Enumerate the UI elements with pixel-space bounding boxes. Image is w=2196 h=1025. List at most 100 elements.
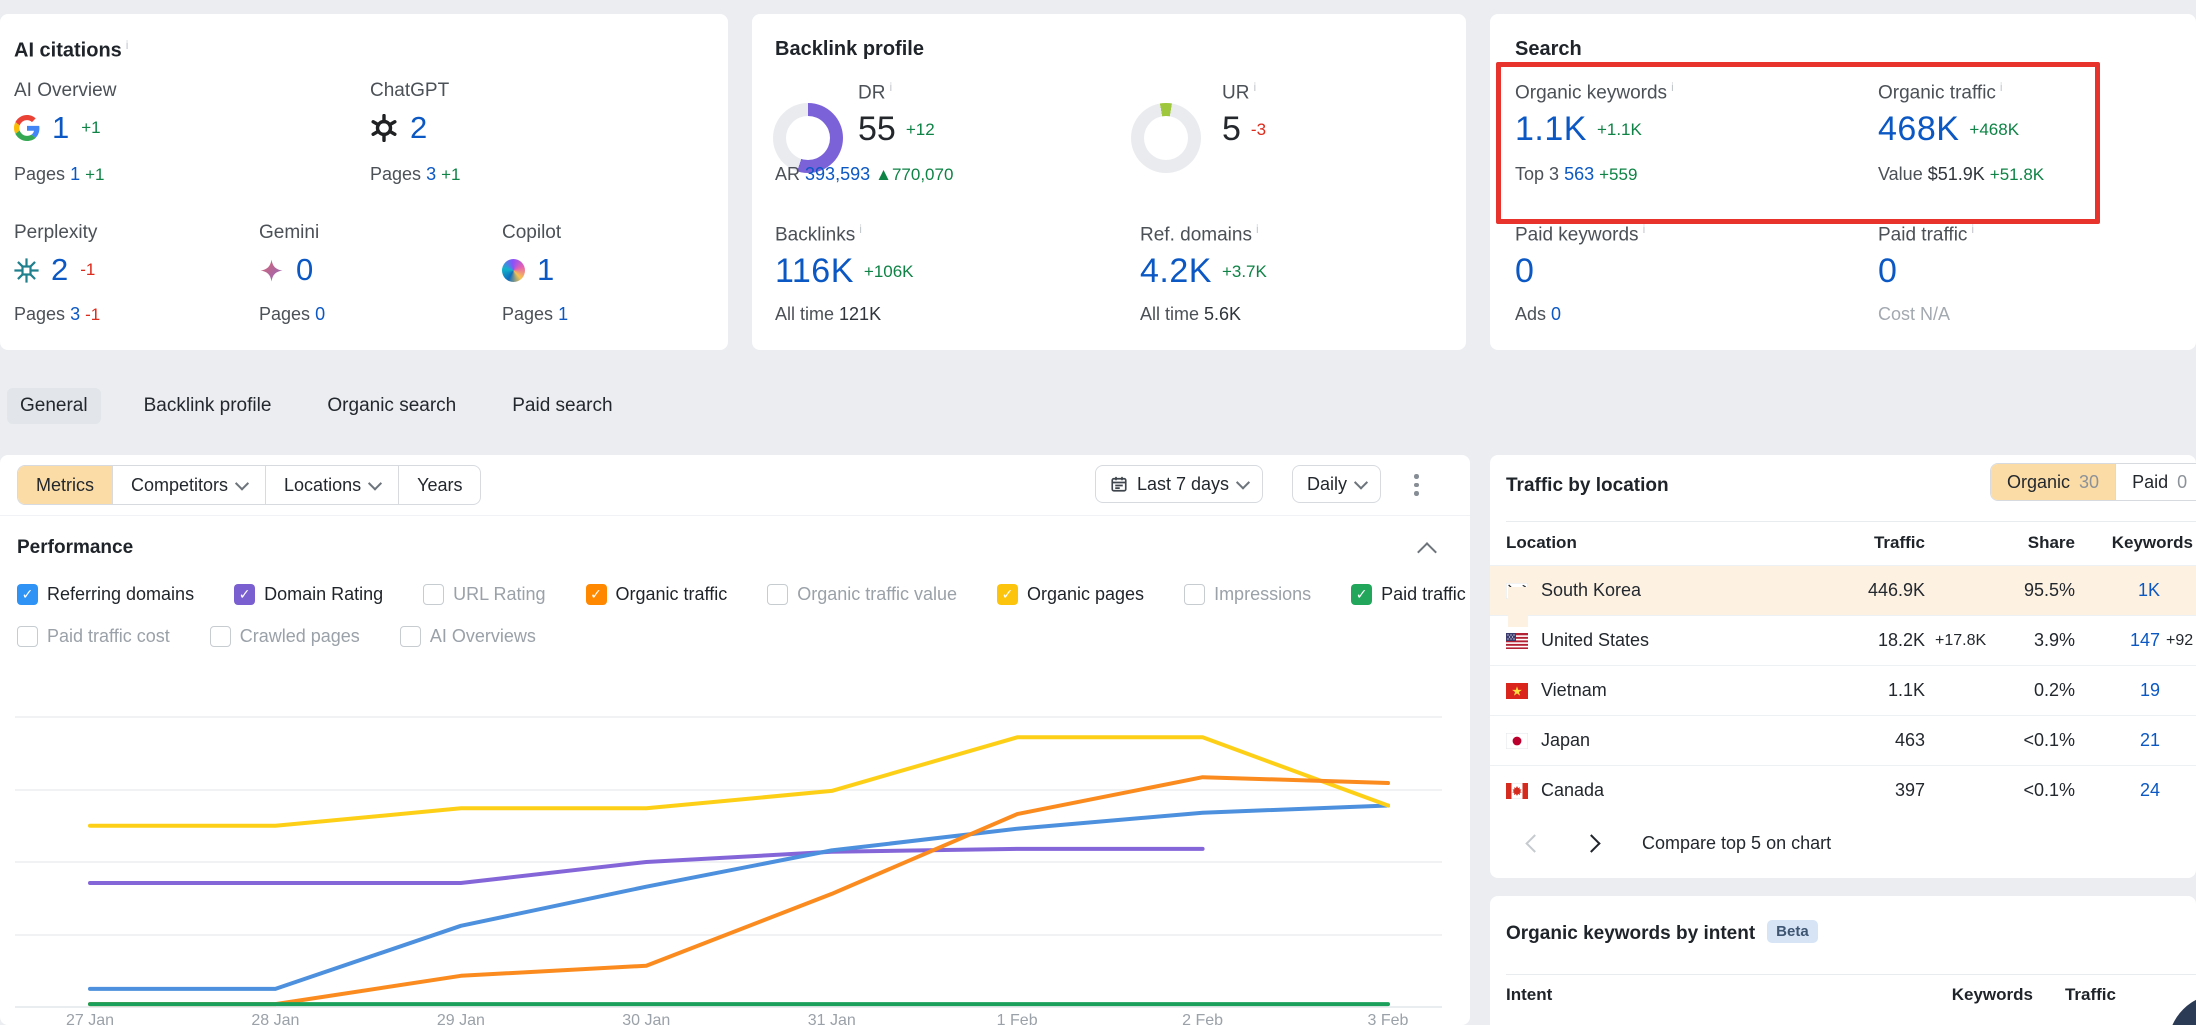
organic-traffic-value-row: Value $51.9K +51.8K [1878, 164, 2044, 185]
date-range-button[interactable]: Last 7 days [1095, 465, 1263, 503]
checkbox-unchecked-icon [17, 626, 38, 647]
info-icon[interactable] [2000, 80, 2003, 94]
ref-domains-link[interactable]: 4.2K [1140, 252, 1212, 291]
backlink-profile-title: Backlink profile [775, 38, 924, 61]
chevron-down-icon [368, 477, 382, 491]
col-location: Location [1506, 521, 1577, 565]
metric-checkbox-impressions[interactable]: Impressions [1184, 584, 1311, 605]
locations-filter-button[interactable]: Locations [265, 466, 398, 504]
metric-checkbox-row-1: ✓Referring domains ✓Domain Rating URL Rati… [17, 581, 1466, 607]
ai-item-label-ai-overview: AI Overview [14, 80, 116, 102]
keywords-link[interactable]: 19 [2140, 666, 2160, 715]
pages-link[interactable]: 1 [558, 304, 568, 324]
ref-domains-alltime: All time 5.6K [1140, 304, 1241, 325]
ahrefs-rank-value[interactable]: 393,593 [805, 164, 870, 184]
flag-icon-ca [1506, 783, 1528, 799]
tab-paid-search[interactable]: Paid search [499, 388, 625, 424]
keywords-by-intent-panel: Organic keywords by intentBeta Intent Ke… [1490, 896, 2196, 1025]
site-explorer-dashboard: AI citations AI Overview1+1Pages 1 +1Cha… [0, 0, 2196, 1025]
traffic-by-location-title: Traffic by location [1506, 475, 1669, 497]
us-row-left-highlight [1508, 587, 1528, 627]
keywords-link[interactable]: 1K [2138, 566, 2160, 615]
info-icon[interactable] [889, 80, 892, 94]
search-title: Search [1515, 38, 1582, 61]
backlinks-link[interactable]: 116K [775, 252, 854, 291]
ai-count-link[interactable]: 0 [296, 252, 313, 288]
organic-traffic-value: 468K+468K [1878, 110, 2019, 149]
intent-table-header: Intent Keywords Traffic [1490, 974, 2196, 1016]
pages-link[interactable]: 3 [426, 164, 436, 184]
ai-item-label-copilot: Copilot [502, 222, 561, 244]
ai-citations-card: AI citations AI Overview1+1Pages 1 +1Cha… [0, 14, 728, 350]
metric-checkbox-paid-traffic-cost[interactable]: Paid traffic cost [17, 626, 170, 647]
location-pagination: Compare top 5 on chart [1528, 833, 1831, 854]
organic-keywords-link[interactable]: 1.1K [1515, 110, 1587, 149]
info-icon[interactable] [1643, 222, 1646, 236]
tab-general[interactable]: General [7, 388, 101, 424]
keywords-link[interactable]: 147 [2130, 616, 2160, 665]
info-icon[interactable] [859, 222, 862, 236]
organic-traffic-link[interactable]: 468K [1878, 110, 1959, 149]
ai-item-pages-ai-overview: Pages 1 +1 [14, 164, 104, 185]
metric-checkbox-referring-domains[interactable]: ✓Referring domains [17, 584, 194, 605]
metric-checkbox-organic-pages[interactable]: ✓Organic pages [997, 584, 1144, 605]
next-page-icon[interactable] [1582, 834, 1600, 852]
x-axis-label: 3 Feb [1368, 1012, 1409, 1025]
ref-domains-label: Ref. domains [1140, 222, 1259, 246]
traffic-by-location-panel: Traffic by location Organic30 Paid0 Loca… [1490, 455, 2196, 878]
organic-paid-toggle: Organic30 Paid0 [1990, 463, 2196, 501]
pages-link[interactable]: 1 [70, 164, 80, 184]
checkbox-checked-icon: ✓ [1351, 584, 1372, 605]
metric-checkbox-url-rating[interactable]: URL Rating [423, 584, 545, 605]
gemini-icon [259, 258, 284, 283]
metric-checkbox-crawled-pages[interactable]: Crawled pages [210, 626, 360, 647]
metric-checkbox-organic-traffic[interactable]: ✓Organic traffic [586, 584, 728, 605]
more-options-button[interactable] [1408, 468, 1425, 502]
backlinks-value: 116K+106K [775, 252, 914, 291]
ai-count-link[interactable]: 2 [51, 252, 68, 288]
ai-count-link[interactable]: 2 [410, 110, 427, 146]
metric-checkbox-domain-rating[interactable]: ✓Domain Rating [234, 584, 383, 605]
col-traffic: Traffic [2065, 974, 2116, 1016]
tab-organic-search[interactable]: Organic search [314, 388, 469, 424]
ai-count-link[interactable]: 1 [537, 252, 554, 288]
checkbox-checked-icon: ✓ [997, 584, 1018, 605]
ai-count-link[interactable]: 1 [52, 110, 69, 146]
location-row-south-korea: South Korea446.9K95.5%1K [1490, 565, 2196, 615]
performance-panel: Metrics Competitors Locations Years Last… [0, 455, 1470, 1025]
flag-icon-jp [1506, 733, 1528, 749]
organic-toggle-button[interactable]: Organic30 [1991, 464, 2115, 500]
keywords-link[interactable]: 21 [2140, 716, 2160, 765]
keywords-link[interactable]: 24 [2140, 766, 2160, 815]
info-icon[interactable] [1671, 80, 1674, 94]
info-icon[interactable] [1971, 222, 1974, 236]
compare-top5-link[interactable]: Compare top 5 on chart [1642, 833, 1831, 854]
metric-checkbox-organic-traffic-value[interactable]: Organic traffic value [767, 584, 957, 605]
backlinks-alltime: All time 121K [775, 304, 881, 325]
collapse-chevron-icon[interactable] [1417, 542, 1437, 562]
col-traffic: Traffic [1874, 521, 1925, 565]
info-icon[interactable] [1256, 222, 1259, 236]
info-icon[interactable] [126, 38, 129, 52]
granularity-button[interactable]: Daily [1292, 465, 1381, 503]
pages-link[interactable]: 3 [70, 304, 80, 324]
pages-link[interactable]: 0 [315, 304, 325, 324]
metrics-filter-button[interactable]: Metrics [18, 466, 112, 504]
info-icon[interactable] [1253, 80, 1256, 94]
tab-backlink-profile[interactable]: Backlink profile [131, 388, 285, 424]
traffic-value: 18.2K [1878, 616, 1925, 665]
paid-keywords-ads: Ads 0 [1515, 304, 1561, 325]
ai-citations-title: AI citations [14, 38, 128, 63]
keywords-by-intent-title: Organic keywords by intentBeta [1506, 920, 1818, 945]
flag-icon-us [1506, 633, 1528, 649]
paid-toggle-button[interactable]: Paid0 [2115, 464, 2196, 500]
top3-link[interactable]: 563 [1564, 164, 1594, 184]
metric-checkbox-ai-overviews[interactable]: AI Overviews [400, 626, 536, 647]
prev-page-icon[interactable] [1525, 834, 1543, 852]
traffic-change: +17.8K [1935, 616, 1986, 665]
location-row-united-states: United States18.2K+17.8K3.9%147+92 [1490, 615, 2196, 665]
location-name: Japan [1506, 716, 1590, 765]
competitors-filter-button[interactable]: Competitors [112, 466, 265, 504]
metric-checkbox-paid-traffic[interactable]: ✓Paid traffic [1351, 584, 1466, 605]
years-filter-button[interactable]: Years [398, 466, 480, 504]
